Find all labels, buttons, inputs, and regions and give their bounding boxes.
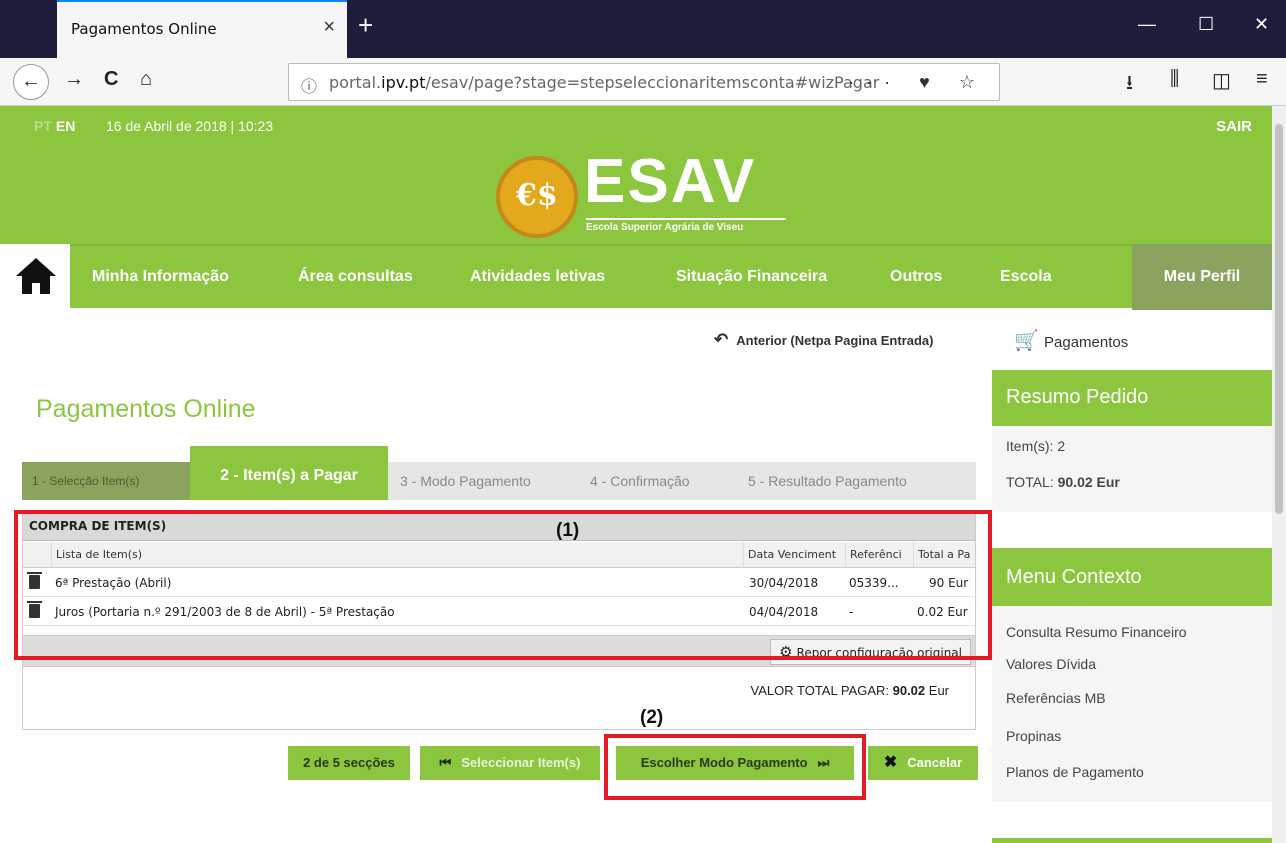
menu-link-propinas[interactable]: Propinas (1006, 728, 1061, 744)
sidebar-icon[interactable]: ◫ (1212, 68, 1231, 93)
back-link[interactable]: ↶ Anterior (Netpa Pagina Entrada) (714, 330, 933, 350)
browser-tabbar: Pagamentos Online × + — ☐ ✕ (0, 0, 1286, 58)
step-2-active[interactable]: 2 - Item(s) a Pagar (190, 446, 388, 500)
menu-link-planos-pagamento[interactable]: Planos de Pagamento (1006, 764, 1144, 780)
context-menu-title: Menu Contexto (992, 548, 1272, 606)
tab-title: Pagamentos Online (71, 20, 217, 38)
summary-panel-title: Resumo Pedido (992, 370, 1272, 426)
back-icon[interactable]: ← (13, 64, 49, 100)
minimize-icon[interactable]: — (1138, 14, 1156, 35)
info-icon[interactable]: ⓘ (301, 73, 317, 97)
back-link-label: Anterior (Netpa Pagina Entrada) (736, 333, 934, 348)
step-4[interactable]: 4 - Confirmação (590, 462, 690, 500)
nav-meu-perfil[interactable]: Meu Perfil (1132, 244, 1272, 310)
forward-icon[interactable]: → (64, 68, 84, 91)
cancel-button[interactable]: ✖ Cancelar (868, 746, 978, 780)
menu-icon[interactable]: ≡ (1256, 68, 1268, 91)
main-nav: Minha Informação Área consultas Atividad… (0, 244, 1272, 310)
language-switch[interactable]: PT EN (34, 118, 75, 134)
home-button[interactable] (0, 244, 70, 310)
nav-outros[interactable]: Outros (890, 268, 942, 286)
nav-situacao-financeira[interactable]: Situação Financeira (676, 268, 827, 286)
scrollbar-thumb[interactable] (1275, 124, 1283, 514)
sidebar-next-panel (992, 838, 1272, 843)
browser-toolbar: ← → C ⌂ ⓘ portal.ipv.pt/esav/page?stage=… (0, 58, 1286, 106)
skip-back-icon: ⏮ (439, 755, 452, 770)
url-text[interactable]: portal.ipv.pt/esav/page?stage=stepselecc… (329, 73, 889, 92)
nav-atividades-letivas[interactable]: Atividades letivas (470, 268, 605, 286)
page-actions-icons[interactable]: ··· ♥ ☆ (848, 72, 987, 93)
step-5[interactable]: 5 - Resultado Pagamento (748, 462, 907, 500)
summary-panel: Item(s): 2 TOTAL: 90.02 Eur (992, 426, 1272, 512)
nav-minha-informacao[interactable]: Minha Informação (92, 268, 229, 286)
download-icon[interactable]: ⭳ (1126, 68, 1133, 102)
lang-en[interactable]: EN (56, 118, 75, 134)
menu-link-valores-divida[interactable]: Valores Dívida (1006, 656, 1096, 672)
summary-total: TOTAL: 90.02 Eur (1006, 474, 1120, 490)
step-3[interactable]: 3 - Modo Pagamento (400, 462, 531, 500)
site-header: PT EN 16 de Abril de 2018 | 10:23 SAIR €$… (0, 106, 1272, 244)
select-items-button[interactable]: ⏮ Seleccionar Item(s) (420, 746, 600, 780)
sections-indicator: 2 de 5 secções (288, 746, 410, 780)
browser-tab[interactable]: Pagamentos Online × (57, 0, 347, 58)
payments-sidebar-link[interactable]: 🛒 Pagamentos (1014, 328, 1128, 353)
library-icon[interactable]: ⫼ (1170, 68, 1179, 91)
annotation-box-2 (604, 734, 866, 800)
annotation-label-1: (1) (556, 520, 580, 541)
annotation-label-2: (2) (640, 707, 664, 728)
context-menu: Consulta Resumo Financeiro Valores Dívid… (992, 606, 1272, 802)
page-title: Pagamentos Online (36, 395, 256, 423)
tab-close-icon[interactable]: × (323, 16, 335, 39)
address-bar[interactable]: ⓘ portal.ipv.pt/esav/page?stage=stepsele… (288, 63, 1000, 101)
logout-link[interactable]: SAIR (1216, 118, 1252, 135)
esav-logo[interactable]: €$ ESAV Escola Superior Agrária de Viseu (496, 146, 806, 242)
lang-pt[interactable]: PT (34, 118, 52, 134)
window-close-icon[interactable]: ✕ (1254, 14, 1269, 35)
maximize-icon[interactable]: ☐ (1198, 14, 1214, 35)
date-time: 16 de Abril de 2018 | 10:23 (106, 118, 274, 134)
nav-area-consultas[interactable]: Área consultas (298, 268, 413, 286)
cart-list-icon: 🛒 (1014, 330, 1039, 352)
logo-text: ESAV (584, 147, 757, 216)
step-1[interactable]: 1 - Selecção Item(s) (22, 462, 190, 500)
undo-arrow-icon: ↶ (714, 330, 729, 349)
wizard-steps: 1 - Selecção Item(s) 2 - Item(s) a Pagar… (22, 446, 976, 500)
nav-escola[interactable]: Escola (1000, 268, 1052, 286)
logo-subtitle: Escola Superior Agrária de Viseu (586, 218, 786, 233)
reload-icon[interactable]: C (104, 68, 118, 91)
menu-link-referencias-mb[interactable]: Referências MB (1006, 690, 1106, 706)
menu-link-resumo-financeiro[interactable]: Consulta Resumo Financeiro (1006, 624, 1187, 640)
home-icon[interactable]: ⌂ (140, 68, 152, 91)
logo-emblem-icon: €$ (496, 156, 578, 238)
close-icon: ✖ (883, 754, 898, 771)
total-to-pay: VALOR TOTAL PAGAR: 90.02 Eur (750, 683, 949, 698)
summary-items: Item(s): 2 (1006, 438, 1066, 454)
screen: Pagamentos Online × + — ☐ ✕ ← → C ⌂ ⓘ po… (0, 0, 1286, 843)
new-tab-icon[interactable]: + (358, 10, 373, 41)
house-icon (16, 258, 56, 294)
annotation-box-1 (14, 510, 992, 660)
